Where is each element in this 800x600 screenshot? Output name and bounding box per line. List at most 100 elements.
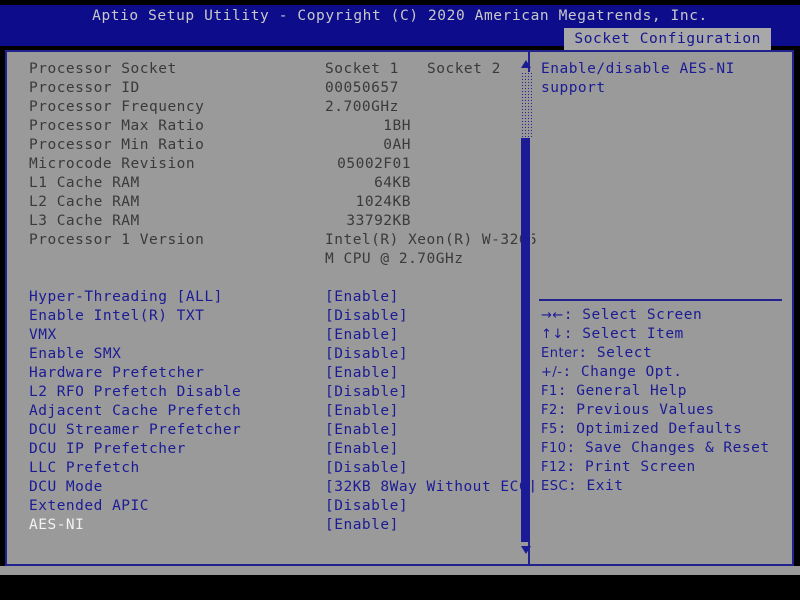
option-row[interactable]: DCU Streamer Prefetcher [Enable] <box>7 421 507 440</box>
info-value: Socket 1 <box>325 61 399 77</box>
help-pane: Enable/disable AES-NI support →←: Select… <box>530 52 792 564</box>
legend-row: ↑↓: Select Item <box>541 325 786 344</box>
option-value[interactable]: [Disable] <box>325 345 408 364</box>
info-value: 00050657 <box>325 80 399 96</box>
help-description: Enable/disable AES-NI support <box>541 61 735 96</box>
info-row: L1 Cache RAM 64KB <box>7 174 507 193</box>
legend-keys: ↑↓ <box>541 327 564 342</box>
tab-strip: Socket Configuration <box>0 28 800 50</box>
info-value: 2.700GHz <box>325 99 399 115</box>
option-value[interactable]: [Disable] <box>325 497 408 516</box>
legend-keys: F2 <box>541 403 558 418</box>
legend-action: : Print Screen <box>566 459 696 475</box>
option-value[interactable]: [Enable] <box>325 516 399 535</box>
legend-row: →←: Select Screen <box>541 306 786 325</box>
legend-action: : Optimized Defaults <box>557 421 743 437</box>
option-row[interactable]: Hardware Prefetcher [Enable] <box>7 364 507 383</box>
option-label: DCU Streamer Prefetcher <box>29 422 242 438</box>
option-label: Hyper-Threading [ALL] <box>29 289 223 305</box>
bottom-strip <box>0 566 800 575</box>
option-value[interactable]: [Enable] <box>325 364 399 383</box>
info-value: 33792KB <box>346 213 411 229</box>
legend-action: : Save Changes & Reset <box>566 440 770 456</box>
legend-action: : Select Screen <box>563 307 703 323</box>
info-value: 05002F01 <box>337 156 411 172</box>
info-value-secondary: Socket 2 <box>427 61 501 77</box>
legend-keys: ESC <box>541 479 569 494</box>
info-label: Processor ID <box>29 80 140 96</box>
legend-action: : Change Opt. <box>562 364 683 380</box>
info-row: Processor ID 00050657 <box>7 79 507 98</box>
info-label: Processor Max Ratio <box>29 118 205 134</box>
legend-row: +/-: Change Opt. <box>541 363 786 382</box>
help-divider <box>539 299 782 301</box>
info-row: L3 Cache RAM 33792KB <box>7 212 507 231</box>
legend-keys: F12 <box>541 460 567 475</box>
legend-keys: →← <box>541 308 564 323</box>
legend-row: F12: Print Screen <box>541 458 786 477</box>
info-label: Microcode Revision <box>29 156 196 172</box>
info-label: Processor 1 Version <box>29 232 205 248</box>
option-value[interactable]: [Disable] <box>325 459 408 478</box>
option-row[interactable]: Hyper-Threading [ALL] [Enable] <box>7 288 507 307</box>
option-value[interactable]: [Disable] <box>325 383 408 402</box>
main-frame: Processor Socket Socket 1 Socket 2 Processo… <box>5 50 794 566</box>
info-value: 1BH <box>383 118 411 134</box>
key-legend: →←: Select Screen ↑↓: Select Item Enter: S… <box>541 306 786 496</box>
tab-socket-configuration[interactable]: Socket Configuration <box>564 28 771 50</box>
option-label: LLC Prefetch <box>29 460 140 476</box>
option-value[interactable]: [Enable] <box>325 326 399 345</box>
info-label: Processor Socket <box>29 61 177 77</box>
info-row: Processor Max Ratio 1BH <box>7 117 507 136</box>
option-value[interactable]: [Enable] <box>325 402 399 421</box>
option-label: AES-NI <box>29 517 85 533</box>
info-label: Processor Frequency <box>29 99 205 115</box>
info-row: Microcode Revision 05002F01 <box>7 155 507 174</box>
legend-keys: F5 <box>541 422 558 437</box>
option-value[interactable]: [32KB 8Way Without ECC] <box>325 478 537 497</box>
info-value: 0AH <box>383 137 411 153</box>
legend-row: ESC: Exit <box>541 477 786 496</box>
option-label: Enable SMX <box>29 346 122 362</box>
info-row: Processor Socket Socket 1 Socket 2 <box>7 60 507 79</box>
bios-setup-screen: Aptio Setup Utility - Copyright (C) 2020… <box>0 0 800 600</box>
option-row[interactable]: Adjacent Cache Prefetch [Enable] <box>7 402 507 421</box>
legend-action: : Previous Values <box>557 402 715 418</box>
legend-row: F1: General Help <box>541 382 786 401</box>
legend-row: F5: Optimized Defaults <box>541 420 786 439</box>
option-row[interactable]: Enable SMX [Disable] <box>7 345 507 364</box>
legend-row: F2: Previous Values <box>541 401 786 420</box>
legend-action: : Select Item <box>563 326 684 342</box>
legend-keys: +/- <box>541 365 563 380</box>
info-row: L2 Cache RAM 1024KB <box>7 193 507 212</box>
legend-row: F10: Save Changes & Reset <box>541 439 786 458</box>
option-row[interactable]: L2 RFO Prefetch Disable [Disable] <box>7 383 507 402</box>
option-value[interactable]: [Enable] <box>325 421 399 440</box>
info-value: M CPU @ 2.70GHz <box>325 251 464 267</box>
option-label: Adjacent Cache Prefetch <box>29 403 242 419</box>
option-row[interactable]: VMX [Enable] <box>7 326 507 345</box>
legend-keys: F1 <box>541 384 558 399</box>
option-value[interactable]: [Enable] <box>325 288 399 307</box>
option-label: Hardware Prefetcher <box>29 365 205 381</box>
settings-list: Processor Socket Socket 1 Socket 2 Processo… <box>7 60 537 535</box>
option-row[interactable]: DCU IP Prefetcher [Enable] <box>7 440 507 459</box>
option-value[interactable]: [Disable] <box>325 307 408 326</box>
legend-row: Enter: Select <box>541 344 786 363</box>
info-label: L2 Cache RAM <box>29 194 140 210</box>
option-value[interactable]: [Enable] <box>325 440 399 459</box>
option-row[interactable]: Extended APIC [Disable] <box>7 497 507 516</box>
legend-action: : Exit <box>568 478 624 494</box>
info-value: 1024KB <box>355 194 411 210</box>
option-label: L2 RFO Prefetch Disable <box>29 384 242 400</box>
option-label: Extended APIC <box>29 498 149 514</box>
info-row: M CPU @ 2.70GHz <box>7 250 507 269</box>
option-row[interactable]: DCU Mode [32KB 8Way Without ECC] <box>7 478 537 497</box>
option-row[interactable]: Enable Intel(R) TXT [Disable] <box>7 307 507 326</box>
info-value: Intel(R) Xeon(R) W-3265 <box>325 232 538 248</box>
option-row-selected[interactable]: AES-NI [Enable] <box>7 516 507 535</box>
info-row: Processor Frequency 2.700GHz <box>7 98 507 117</box>
settings-pane: Processor Socket Socket 1 Socket 2 Processo… <box>7 52 537 564</box>
option-row[interactable]: LLC Prefetch [Disable] <box>7 459 507 478</box>
